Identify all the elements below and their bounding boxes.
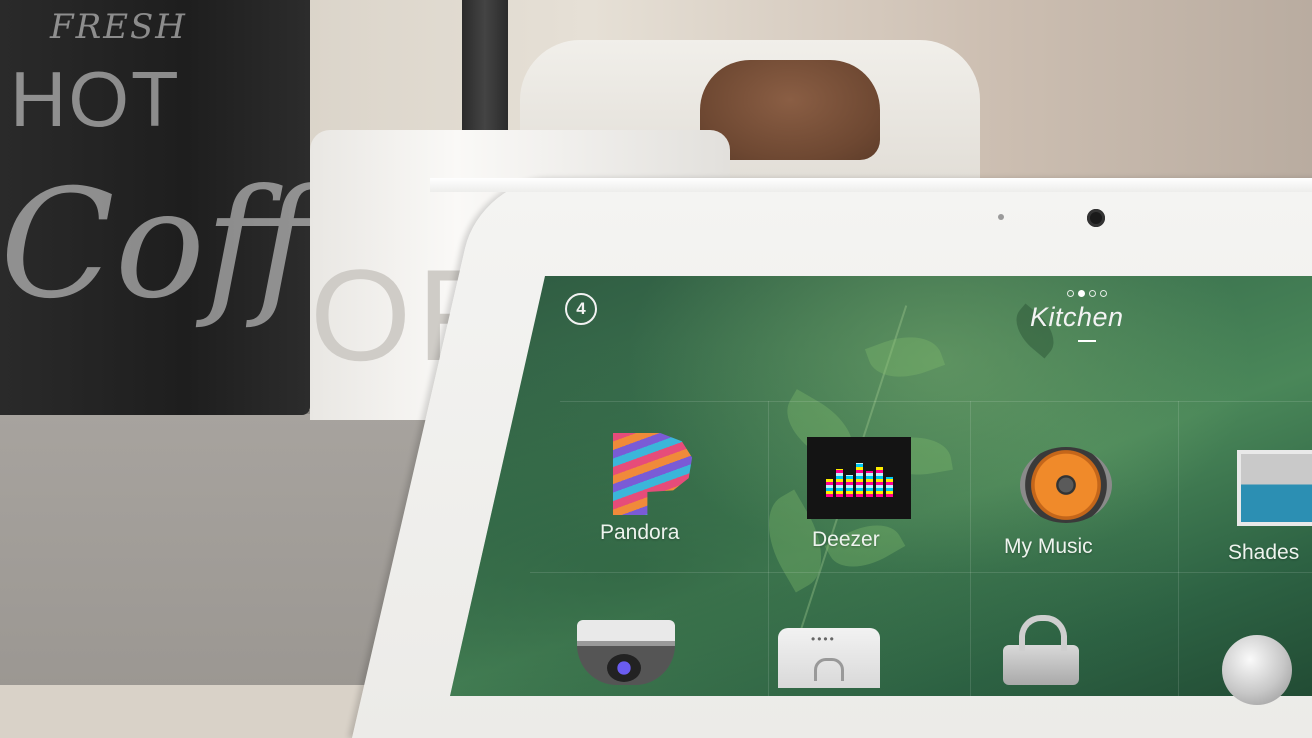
- room-title-underline: [1078, 340, 1096, 342]
- grid-divider: [768, 401, 769, 696]
- grid-divider: [1178, 401, 1179, 696]
- front-camera-icon: [1087, 209, 1105, 227]
- kettle-handle-pole: [462, 0, 508, 130]
- keypad-unlock-icon[interactable]: [778, 628, 880, 688]
- page-dot-active[interactable]: [1078, 290, 1085, 297]
- black-mug: FRESH HOT Coffee: [0, 0, 489, 415]
- control4-logo-icon[interactable]: 4: [565, 293, 597, 325]
- tile-label: Deezer: [812, 528, 880, 551]
- speaker-icon[interactable]: [1020, 447, 1112, 523]
- security-camera-icon[interactable]: [577, 620, 675, 685]
- page-dot[interactable]: [1089, 290, 1096, 297]
- leaf-decoration: [864, 325, 946, 389]
- grid-divider: [970, 401, 971, 696]
- shades-icon[interactable]: [1237, 450, 1312, 526]
- deezer-icon[interactable]: [807, 437, 911, 519]
- grid-divider: [530, 572, 1312, 573]
- tile-label: Shades: [1228, 541, 1300, 564]
- tile-label: Pandora: [600, 521, 680, 544]
- lock-icon[interactable]: [1003, 615, 1079, 685]
- page-dot[interactable]: [1100, 290, 1107, 297]
- page-indicator[interactable]: [1067, 290, 1107, 297]
- tile-label: My Music: [1004, 535, 1093, 558]
- ambient-sensor: [998, 214, 1004, 220]
- grid-divider: [560, 401, 1312, 402]
- light-icon[interactable]: [1222, 635, 1292, 705]
- tray: [0, 410, 430, 685]
- tablet-top-rim: [430, 178, 1312, 192]
- page-dot[interactable]: [1067, 290, 1074, 297]
- mug-lettering: FRESH HOT Coffee: [0, 7, 489, 332]
- room-title[interactable]: Kitchen: [1030, 302, 1124, 333]
